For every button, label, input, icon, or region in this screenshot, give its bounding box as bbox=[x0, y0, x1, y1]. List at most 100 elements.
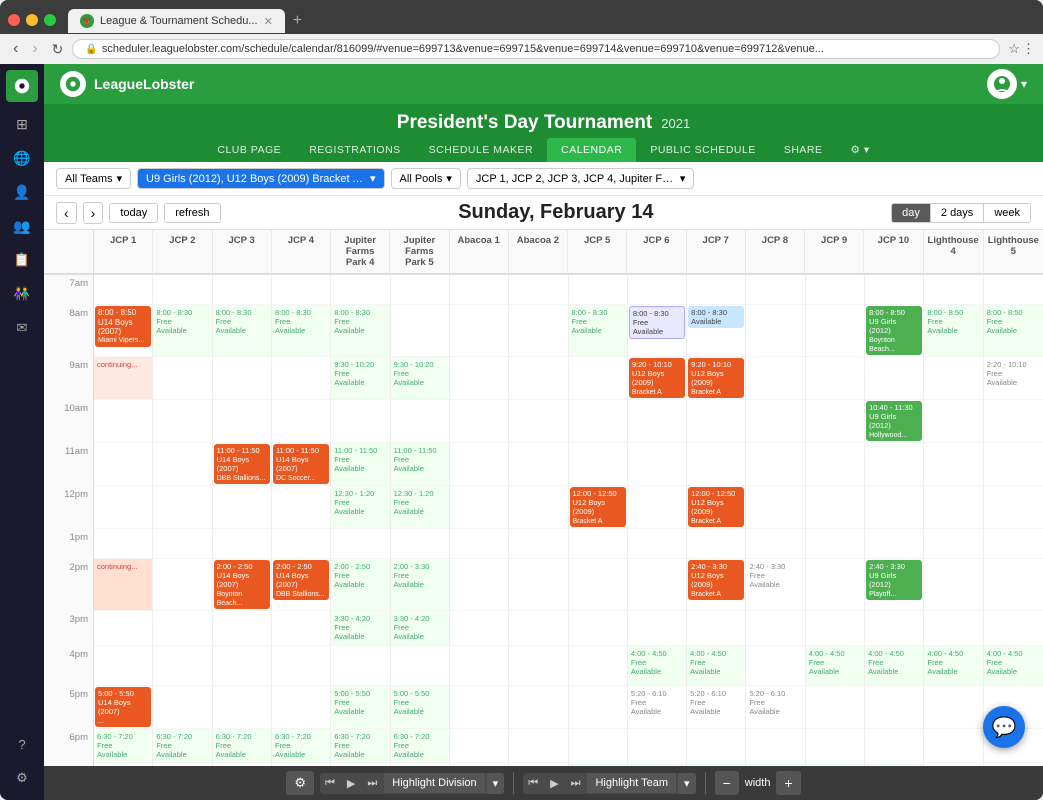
event-12pm-jcp5[interactable]: 12:00 - 12:50U12 Boys (2009)Bracket A bbox=[570, 487, 626, 527]
traffic-light-yellow[interactable] bbox=[26, 14, 38, 26]
toolbar-settings-button[interactable]: ⚙ bbox=[286, 771, 314, 795]
nav-back-button[interactable]: ‹ bbox=[8, 39, 23, 59]
sidebar-icon-group[interactable]: 👥 bbox=[6, 210, 38, 242]
cell-8am-1[interactable]: 8:00 - 8:50 U14 Boys (2007) Miami Vipers… bbox=[94, 305, 153, 357]
cell-11am-14 bbox=[865, 443, 924, 486]
toolbar-div-play-button[interactable]: ▶ bbox=[342, 773, 360, 794]
calendar-wrapper[interactable]: JCP 1 JCP 2 JCP 3 JCP 4 Jupiter Farms Pa… bbox=[44, 230, 1043, 766]
nav-forward-button[interactable]: › bbox=[27, 39, 42, 59]
view-week-button[interactable]: week bbox=[983, 204, 1030, 222]
sidebar-icon-users[interactable]: 👫 bbox=[6, 278, 38, 310]
pools-filter[interactable]: All Pools ▾ bbox=[391, 168, 461, 189]
cell-3pm-1 bbox=[94, 611, 153, 646]
cell-5pm-1[interactable]: 5:00 - 5:50U14 Boys (2007)... bbox=[94, 686, 153, 729]
sidebar-icon-globe[interactable]: 🌐 bbox=[6, 142, 38, 174]
toolbar-team-dropdown-button[interactable]: ▾ bbox=[678, 773, 696, 794]
event-10am-jcp10[interactable]: 10:40 - 11:30U9 Girls (2012)Hollywood... bbox=[866, 401, 922, 441]
cell-2pm-3[interactable]: 2:00 - 2:50U14 Boys (2007)Boynton Beach.… bbox=[213, 559, 272, 611]
prev-button[interactable]: ‹ bbox=[56, 202, 77, 224]
sidebar-icon-dashboard[interactable]: ⊞ bbox=[6, 108, 38, 140]
refresh-button[interactable]: refresh bbox=[164, 203, 220, 223]
tab-close-icon[interactable]: ✕ bbox=[264, 15, 273, 28]
url-bar[interactable]: 🔒 scheduler.leaguelobster.com/schedule/c… bbox=[72, 39, 1000, 59]
event-2pm-jcp10[interactable]: 2:40 - 3:30U9 Girls (2012)Playoff... bbox=[866, 560, 922, 600]
time-row-4pm: 4pm 4:00 - 4:50 FreeAvailable bbox=[44, 646, 1043, 686]
cell-11am-3[interactable]: 11:00 - 11:50U14 Boys (2007)DBB Stallion… bbox=[213, 443, 272, 486]
event-11am-jcp4[interactable]: 11:00 - 11:50U14 Boys (2007)DC Soccer... bbox=[273, 444, 329, 484]
toolbar-div-skip-forward-button[interactable]: ⏭ bbox=[362, 773, 382, 794]
nav-refresh-button[interactable]: ↻ bbox=[47, 40, 69, 59]
cell-2pm-11[interactable]: 2:40 - 3:30U12 Boys (2009)Bracket A bbox=[687, 559, 746, 611]
nav-item-calendar[interactable]: CALENDAR bbox=[547, 138, 636, 162]
venues-filter[interactable]: JCP 1, JCP 2, JCP 3, JCP 4, Jupiter Farm… bbox=[467, 168, 695, 189]
nav-item-schedule-maker[interactable]: SCHEDULE MAKER bbox=[415, 138, 547, 162]
event-12pm-jcp7[interactable]: 12:00 - 12:50U12 Boys (2009)Bracket A bbox=[688, 487, 744, 527]
cell-8am-5: 8:00 - 8:30 FreeAvailable bbox=[331, 305, 390, 357]
time-label-6pm: 6pm bbox=[44, 729, 94, 764]
cell-11am-9 bbox=[569, 443, 628, 486]
cell-2pm-14[interactable]: 2:40 - 3:30U9 Girls (2012)Playoff... bbox=[865, 559, 924, 611]
browser-menu-btn[interactable]: ⋮ bbox=[1022, 41, 1035, 57]
event-9am-jcp7[interactable]: 9:20 - 10:10U12 Boys (2009)Bracket A bbox=[688, 358, 744, 398]
sidebar-icon-mail[interactable]: ✉ bbox=[6, 312, 38, 344]
cell-2pm-4[interactable]: 2:00 - 2:50U14 Boys (2007)DBB Stallions.… bbox=[272, 559, 331, 611]
nav-item-more[interactable]: ⚙ ▾ bbox=[837, 138, 884, 162]
tournament-title-bar: President's Day Tournament 2021 bbox=[44, 104, 1043, 138]
profile-dropdown-icon[interactable]: ▾ bbox=[1021, 77, 1027, 91]
cell-10am-14[interactable]: 10:40 - 11:30U9 Girls (2012)Hollywood... bbox=[865, 400, 924, 443]
nav-item-club-page[interactable]: CLUB PAGE bbox=[203, 138, 295, 162]
today-button[interactable]: today bbox=[109, 203, 158, 223]
profile-avatar[interactable] bbox=[987, 69, 1017, 99]
filter-bar: All Teams ▾ U9 Girls (2012), U12 Boys (2… bbox=[44, 162, 1043, 196]
new-tab-button[interactable]: + bbox=[285, 8, 310, 34]
toolbar-width-minus-button[interactable]: − bbox=[715, 771, 739, 795]
event-2pm-jcp4[interactable]: 2:00 - 2:50U14 Boys (2007)DBB Stallions.… bbox=[273, 560, 329, 600]
nav-item-share[interactable]: SHARE bbox=[770, 138, 837, 162]
cell-7am-11 bbox=[687, 275, 746, 305]
view-2days-button[interactable]: 2 days bbox=[930, 204, 983, 222]
nav-item-public-schedule[interactable]: PUBLIC SCHEDULE bbox=[636, 138, 770, 162]
cell-12pm-9[interactable]: 12:00 - 12:50U12 Boys (2009)Bracket A bbox=[569, 486, 628, 529]
sidebar-icon-person[interactable]: 👤 bbox=[6, 176, 38, 208]
toolbar-div-skip-back-button[interactable]: ⏮ bbox=[320, 773, 340, 794]
view-day-button[interactable]: day bbox=[892, 204, 930, 222]
event-5pm-jcp1[interactable]: 5:00 - 5:50U14 Boys (2007)... bbox=[95, 687, 151, 727]
toolbar-team-skip-back-button[interactable]: ⏮ bbox=[523, 773, 543, 794]
event-8am-jcp7[interactable]: 8:00 - 8:30Available bbox=[688, 306, 744, 328]
next-button[interactable]: › bbox=[83, 202, 104, 224]
teams-filter[interactable]: All Teams ▾ bbox=[56, 168, 131, 189]
chat-button[interactable]: 💬 bbox=[983, 706, 1025, 748]
event-8am-jcp6[interactable]: 8:00 - 8:30 FreeAvailable bbox=[629, 306, 685, 339]
sidebar-icon-settings[interactable]: ⚙ bbox=[6, 762, 38, 794]
toolbar-team-skip-forward-button[interactable]: ⏭ bbox=[566, 773, 586, 794]
traffic-light-red[interactable] bbox=[8, 14, 20, 26]
traffic-light-green[interactable] bbox=[44, 14, 56, 26]
event-2pm-jcp3[interactable]: 2:00 - 2:50U14 Boys (2007)Boynton Beach.… bbox=[214, 560, 270, 609]
time-row-6pm: 6pm 6:30 - 7:20 FreeAvailable 6:30 - 7:2… bbox=[44, 729, 1043, 764]
event-8am-jcp1[interactable]: 8:00 - 8:50 U14 Boys (2007) Miami Vipers… bbox=[95, 306, 151, 347]
toolbar-team-play-button[interactable]: ▶ bbox=[545, 773, 563, 794]
sidebar-icon-clipboard[interactable]: 📋 bbox=[6, 244, 38, 276]
browser-tab-active[interactable]: 🦞 League & Tournament Schedu... ✕ bbox=[68, 9, 285, 33]
cell-3pm-10 bbox=[628, 611, 687, 646]
sidebar-icon-help[interactable]: ? bbox=[6, 728, 38, 760]
cell-8am-14[interactable]: 8:00 - 8:50U9 Girls (2012)Boynton Beach.… bbox=[865, 305, 924, 357]
nav-item-registrations[interactable]: REGISTRATIONS bbox=[295, 138, 414, 162]
cell-6pm-8 bbox=[509, 729, 568, 764]
browser-bookmark-btn[interactable]: ☆ bbox=[1008, 41, 1020, 57]
event-11am-jcp3[interactable]: 11:00 - 11:50U14 Boys (2007)DBB Stallion… bbox=[214, 444, 270, 484]
toolbar-div-dropdown-button[interactable]: ▾ bbox=[487, 773, 505, 794]
event-2pm-jcp7[interactable]: 2:40 - 3:30U12 Boys (2009)Bracket A bbox=[688, 560, 744, 600]
event-8am-jcp10[interactable]: 8:00 - 8:50U9 Girls (2012)Boynton Beach.… bbox=[866, 306, 922, 355]
avail-8am-2: 8:00 - 8:30 FreeAvailable bbox=[154, 306, 210, 337]
cell-12pm-11[interactable]: 12:00 - 12:50U12 Boys (2009)Bracket A bbox=[687, 486, 746, 529]
cell-11am-4[interactable]: 11:00 - 11:50U14 Boys (2007)DC Soccer... bbox=[272, 443, 331, 486]
toolbar-width-plus-button[interactable]: + bbox=[776, 771, 800, 795]
division-filter[interactable]: U9 Girls (2012), U12 Boys (2009) Bracket… bbox=[137, 168, 385, 189]
sidebar-icon-home[interactable] bbox=[6, 70, 38, 102]
event-9am-jcp6[interactable]: 9:20 - 10:10U12 Boys (2009)Bracket A bbox=[629, 358, 685, 398]
cell-9am-jcp7[interactable]: 9:20 - 10:10U12 Boys (2009)Bracket A bbox=[687, 357, 746, 400]
cell-9am-jcp6[interactable]: 9:20 - 10:10U12 Boys (2009)Bracket A bbox=[628, 357, 687, 400]
time-row-1pm: 1pm bbox=[44, 529, 1043, 559]
toolbar-separator-1 bbox=[513, 772, 514, 794]
